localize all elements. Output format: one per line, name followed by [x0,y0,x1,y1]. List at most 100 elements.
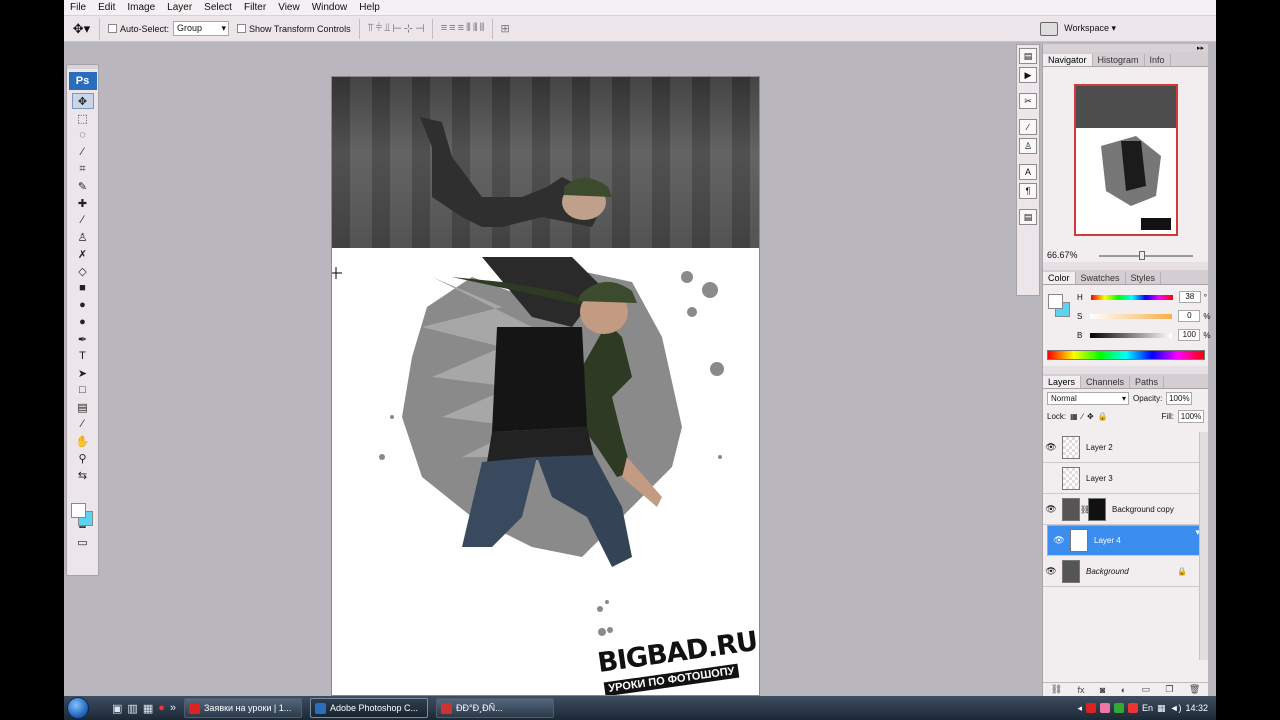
menu-view[interactable]: View [272,1,306,15]
lock-position-icon[interactable]: ✥ [1087,412,1094,421]
menu-help[interactable]: Help [353,1,386,15]
tray-opera-icon[interactable] [1086,703,1097,713]
opacity-input[interactable]: 100% [1166,391,1193,405]
taskbar-item-document[interactable]: ÐÐ°Ð¸ÐÑ... [436,698,554,718]
eye-icon[interactable]: 👁 [1051,534,1067,547]
ie-icon[interactable]: ▦ [143,702,153,715]
volume-icon[interactable]: ◄) [1170,703,1182,713]
menu-image[interactable]: Image [121,1,161,15]
move-tool[interactable]: ✥ [71,93,94,109]
zoom-tool[interactable]: ⚲ [72,450,94,466]
desktop-icon[interactable]: ▣ [112,702,122,715]
menu-layer[interactable]: Layer [161,1,198,15]
type-tool[interactable]: T [72,348,94,364]
crop-tool[interactable]: ⌗ [72,161,94,177]
move-tool-preset-picker[interactable]: ✥▾ [64,17,100,40]
chain-link-icon[interactable]: ⛓ [1080,505,1090,514]
brightness-input[interactable]: 100 [1178,329,1201,341]
eyedropper-tool[interactable]: ⁄ [72,416,94,432]
toolbox-grip[interactable] [67,65,98,69]
color-panel-foreground[interactable] [1048,294,1063,309]
distribute-left-icon[interactable]: ⦀ [466,22,471,35]
add-mask-icon[interactable]: ◙ [1100,685,1105,695]
blend-mode-dropdown[interactable]: Normal [1047,391,1129,405]
clone-source-button[interactable]: ♙ [1019,138,1037,154]
new-group-icon[interactable]: ▭ [1142,684,1151,695]
layer-mask-thumbnail[interactable] [1088,497,1106,521]
eye-icon[interactable]: 👁 [1043,566,1059,577]
tray-status-icon[interactable] [1114,703,1125,713]
show-transform-checkbox[interactable] [237,24,247,33]
tab-histogram[interactable]: Histogram [1093,54,1145,66]
collapse-icon[interactable]: ▸▸ [1197,44,1204,52]
paragraph-panel-button[interactable]: ¶ [1019,183,1037,199]
more-icon[interactable]: » [170,702,176,715]
tab-navigator[interactable]: Navigator [1043,54,1093,66]
dodge-tool[interactable]: ● [72,314,94,330]
align-vcenter-icon[interactable]: ⫩ [376,22,382,35]
navigator-zoom-slider[interactable] [1099,251,1193,260]
history-panel-button[interactable]: ▤ [1019,48,1037,64]
tab-layers[interactable]: Layers [1043,376,1082,388]
eye-icon[interactable]: 👁 [1043,504,1059,515]
tab-info[interactable]: Info [1145,54,1171,66]
menu-edit[interactable]: Edit [92,1,121,15]
navigator-preview[interactable] [1074,84,1178,236]
menu-file[interactable]: File [64,1,92,15]
menu-filter[interactable]: Filter [238,1,272,15]
character-panel-button[interactable]: A [1019,164,1037,180]
healing-brush-tool[interactable]: ✚ [72,195,94,211]
network-icon[interactable]: ▦ [1157,703,1166,714]
default-colors[interactable]: ⇆ [72,467,94,483]
screen-mode-button[interactable]: ▭ [72,534,94,550]
gradient-tool[interactable]: ■ [72,280,94,296]
slice-tool[interactable]: ✎ [72,178,94,194]
opera-icon[interactable]: ● [158,702,165,715]
auto-select-dropdown[interactable]: Group [173,21,230,36]
layer-row-layer-4[interactable]: 👁 Layer 4 [1047,525,1203,556]
lasso-tool[interactable]: ◌ [72,127,94,143]
link-layers-icon[interactable]: ⛓ [1051,684,1062,695]
tab-styles[interactable]: Styles [1126,272,1162,284]
trash-icon[interactable]: 🗑 [1189,684,1200,695]
blur-tool[interactable]: ● [72,297,94,313]
adjustment-layer-icon[interactable]: ◐ [1121,685,1126,695]
hue-input[interactable]: 38 [1178,291,1201,303]
auto-align-icon[interactable]: ⊞ [501,22,510,35]
saturation-input[interactable]: 0 [1178,310,1201,322]
eraser-tool[interactable]: ◇ [72,263,94,279]
tool-presets-button[interactable]: ✂ [1019,93,1037,109]
layer-row-layer-3[interactable]: Layer 3 [1043,463,1199,494]
align-bottom-icon[interactable]: ⫫ [384,22,390,35]
pen-tool[interactable]: ✒ [72,331,94,347]
notes-tool[interactable]: ▤ [72,399,94,415]
lock-transparency-icon[interactable]: ▦ [1070,412,1078,421]
panel-grip[interactable]: ▸▸ [1043,44,1208,52]
tab-color[interactable]: Color [1043,272,1076,284]
switch-windows-icon[interactable]: ▥ [127,702,137,715]
hand-tool[interactable]: ✋ [72,433,94,449]
magic-wand-tool[interactable]: ⁄ [72,144,94,160]
navigator-zoom-value[interactable]: 66.67% [1047,250,1078,260]
tab-swatches[interactable]: Swatches [1076,272,1126,284]
document-canvas[interactable]: BIGBAD.RU УРОКИ ПО ФОТОШОПУ [331,76,760,696]
actions-panel-button[interactable]: ▶ [1019,67,1037,83]
history-brush-tool[interactable]: ✗ [72,246,94,262]
new-layer-icon[interactable]: ❐ [1165,684,1173,695]
clock[interactable]: 14:32 [1185,703,1208,713]
workspace-menu[interactable]: Workspace ▾ [1064,23,1116,34]
brushes-panel-button[interactable]: ∕ [1019,119,1037,135]
distribute-bottom-icon[interactable]: ≡ [458,22,465,35]
menu-select[interactable]: Select [198,1,238,15]
tray-arrow-icon[interactable]: ◂ [1078,703,1083,714]
brightness-slider[interactable] [1090,332,1173,338]
marquee-tool[interactable]: ⬚ [72,110,94,126]
distribute-top-icon[interactable]: ≡ [441,22,448,35]
eye-icon[interactable]: 👁 [1043,442,1059,453]
saturation-slider[interactable] [1090,313,1173,319]
brush-tool[interactable]: ∕ [72,212,94,228]
path-selection-tool[interactable]: ➤ [72,365,94,381]
language-indicator[interactable]: En [1142,703,1153,713]
visibility-toggle-empty[interactable] [1043,473,1059,483]
distribute-vcenter-icon[interactable]: ≡ [449,22,456,35]
